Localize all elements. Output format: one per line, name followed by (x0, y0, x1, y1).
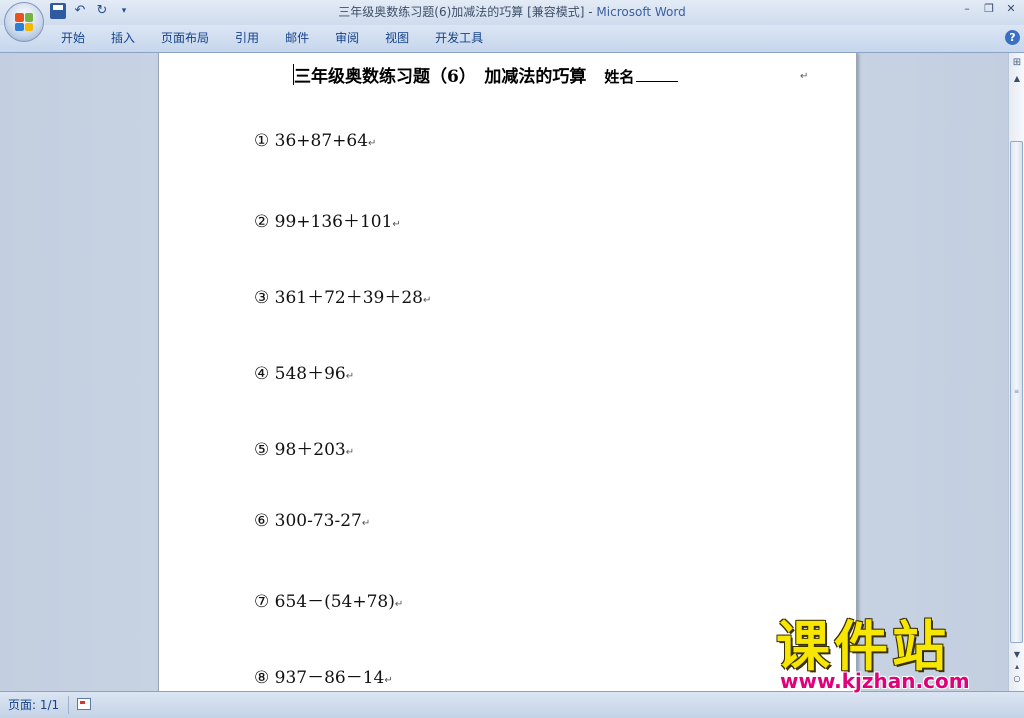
office-logo-icon (15, 13, 33, 31)
title-bar: 三年级奥数练习题(6)加减法的巧算 [兼容模式] - Microsoft Wor… (0, 0, 1024, 25)
name-blank (636, 67, 679, 82)
document-workspace: 三年级奥数练习题（6） 加减法的巧算 姓名 ↵ ① 36+87+64↵ ② 99+… (0, 53, 1008, 691)
minimize-icon[interactable]: – (960, 2, 974, 16)
paragraph-mark: ↵ (345, 447, 355, 458)
tab-references[interactable]: 引用 (222, 25, 272, 52)
window-title-main: 三年级奥数练习题(6)加减法的巧算 [兼容模式] - (338, 5, 597, 19)
problem-text: ① 36+87+64 (254, 131, 369, 151)
tab-mailings[interactable]: 邮件 (272, 25, 322, 52)
window-title-brand: Microsoft Word (596, 5, 686, 19)
problem-text: ⑤ 98＋203 (254, 440, 346, 460)
paragraph-mark: ↵ (800, 71, 809, 82)
problem-item: ⑤ 98＋203↵ (254, 435, 354, 460)
scroll-down-icon[interactable]: ▼ (1011, 649, 1023, 661)
proofing-icon[interactable] (77, 698, 91, 710)
tab-home[interactable]: 开始 (48, 25, 98, 52)
problem-item: ④ 548＋96↵ (254, 359, 354, 384)
ribbon: 开始 插入 页面布局 引用 邮件 审阅 视图 开发工具 (0, 25, 1024, 53)
document-title: 三年级奥数练习题（6） 加减法的巧算 姓名 (294, 62, 679, 87)
watermark-logo: 课件站 www.kjzhan.com (776, 615, 1006, 693)
problem-item: ⑦ 654－(54+78)↵ (254, 587, 403, 612)
tab-developer[interactable]: 开发工具 (422, 25, 496, 52)
tab-view[interactable]: 视图 (372, 25, 422, 52)
status-divider (68, 696, 69, 714)
problem-text: ⑧ 937－86－14 (254, 668, 385, 688)
previous-page-icon[interactable]: ▴ (1011, 661, 1023, 673)
name-label: 姓名 (604, 68, 635, 86)
help-icon[interactable]: ? (1005, 30, 1020, 45)
document-title-text: 三年级奥数练习题（6） 加减法的巧算 (294, 67, 587, 87)
problem-text: ④ 548＋96 (254, 364, 346, 384)
grip-icon: ≡ (1014, 388, 1020, 395)
close-icon[interactable]: ✕ (1004, 2, 1018, 16)
paragraph-mark: ↵ (394, 599, 404, 610)
paragraph-mark: ↵ (392, 219, 401, 230)
tab-review[interactable]: 审阅 (322, 25, 372, 52)
problem-item: ③ 361＋72＋39＋28↵ (254, 283, 431, 308)
tab-page-layout[interactable]: 页面布局 (148, 25, 222, 52)
document-page[interactable]: 三年级奥数练习题（6） 加减法的巧算 姓名 ↵ ① 36+87+64↵ ② 99+… (158, 53, 857, 691)
undo-icon[interactable]: ↶ (72, 3, 88, 19)
problem-text: ② 99+136＋101 (254, 212, 393, 232)
ribbon-tabs: 开始 插入 页面布局 引用 邮件 审阅 视图 开发工具 (48, 25, 496, 52)
save-icon[interactable] (50, 3, 66, 19)
redo-icon[interactable]: ↻ (94, 3, 110, 19)
quick-access-toolbar: ↶ ↻ ▾ (50, 3, 132, 19)
problem-text: ⑦ 654－(54+78) (254, 592, 395, 612)
problem-item: ⑥ 300-73-27↵ (254, 511, 370, 531)
problem-item: ⑧ 937－86－14↵ (254, 663, 393, 688)
paragraph-mark: ↵ (368, 138, 377, 149)
scroll-thumb[interactable]: ≡ (1010, 141, 1023, 643)
page-count-status[interactable]: 页面: 1/1 (8, 692, 59, 718)
problem-text: ③ 361＋72＋39＋28 (254, 288, 423, 308)
paragraph-mark: ↵ (345, 371, 355, 382)
window-controls: – ❐ ✕ (960, 2, 1018, 16)
office-button[interactable] (4, 2, 44, 42)
status-bar: 页面: 1/1 (0, 691, 1024, 718)
paragraph-mark: ↵ (361, 518, 371, 529)
window-title: 三年级奥数练习题(6)加减法的巧算 [兼容模式] - Microsoft Wor… (0, 0, 1024, 25)
vertical-scrollbar[interactable]: ⊞ ▲ ≡ ▼ ▴ ○ (1008, 53, 1024, 691)
restore-icon[interactable]: ❐ (982, 2, 996, 16)
customize-toolbar-icon[interactable]: ▾ (116, 3, 132, 19)
ruler-toggle-icon[interactable]: ⊞ (1011, 57, 1023, 69)
scroll-up-icon[interactable]: ▲ (1011, 73, 1023, 85)
problem-item: ② 99+136＋101↵ (254, 207, 401, 232)
watermark-url: www.kjzhan.com (780, 669, 970, 693)
select-browse-object-icon[interactable]: ○ (1011, 673, 1023, 685)
paragraph-mark: ↵ (384, 675, 393, 686)
problem-item: ① 36+87+64↵ (254, 131, 376, 151)
problem-text: ⑥ 300-73-27 (254, 511, 362, 531)
paragraph-mark: ↵ (423, 295, 432, 306)
watermark-chars: 课件站 (776, 615, 950, 678)
tab-insert[interactable]: 插入 (98, 25, 148, 52)
